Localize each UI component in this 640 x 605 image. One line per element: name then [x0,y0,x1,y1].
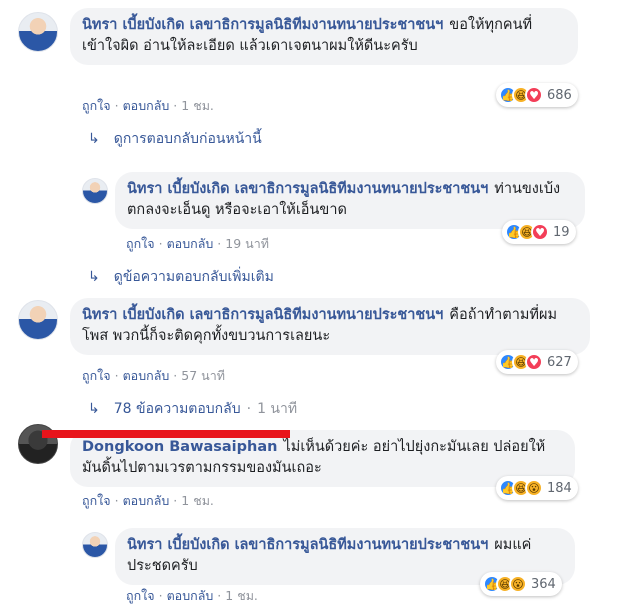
reaction-count: 686 [547,87,572,103]
like-button[interactable]: ถูกใจ [82,493,111,508]
wow-icon: 😮 [525,479,543,497]
like-button[interactable]: ถูกใจ [82,368,111,383]
like-button[interactable]: ถูกใจ [82,98,111,113]
wow-icon: 😮 [509,575,527,593]
like-button[interactable]: ถูกใจ [126,588,155,603]
reply-button[interactable]: ตอบกลับ [123,98,170,113]
separator: · [158,236,163,251]
comment-bubble: นิทรา เบี้ยบังเกิด เลขาธิการมูลนิธิทีมงา… [70,8,578,65]
commenter-name[interactable]: นิทรา เบี้ยบังเกิด เลขาธิการมูลนิธิทีมงา… [127,537,488,553]
avatar[interactable] [18,300,58,340]
replies-count-link[interactable]: ↳ 78 ข้อความตอบกลับ · 1 นาที [88,398,297,420]
reactions-summary[interactable]: 👍 😆 😮 364 [480,572,562,596]
love-icon: ♥ [525,353,543,371]
reaction-count: 627 [547,354,572,370]
reactions-summary[interactable]: 👍 😆 ♥ 19 [502,220,576,244]
reaction-count: 364 [531,576,556,592]
separator: · [114,493,119,508]
commenter-name[interactable]: Dongkoon Bawasaiphan [82,439,277,455]
avatar[interactable] [82,178,108,204]
reply-arrow-icon: ↳ [88,269,100,285]
separator: · [114,98,119,113]
comment-actions: ถูกใจ · ตอบกลับ · 1 ชม. [82,491,214,511]
reply-button[interactable]: ตอบกลับ [123,493,170,508]
comment-actions: ถูกใจ · ตอบกลับ · 57 นาที [82,366,225,386]
separator: · [217,236,222,251]
separator: · [173,98,178,113]
separator: · [158,588,163,603]
love-icon: ♥ [531,223,549,241]
commenter-name[interactable]: นิทรา เบี้ยบังเกิด เลขาธิการมูลนิธิทีมงา… [82,307,443,323]
separator: · [173,368,178,383]
view-previous-label: ดูการตอบกลับก่อนหน้านี้ [113,131,262,147]
reaction-count: 19 [553,224,570,240]
reply-arrow-icon: ↳ [88,131,100,147]
comment-actions: ถูกใจ · ตอบกลับ · 1 ชม. [82,96,214,116]
timestamp: 1 นาที [257,401,298,417]
avatar[interactable] [18,12,58,52]
view-more-label: ดูข้อความตอบกลับเพิ่มเติม [113,269,274,285]
separator: · [114,368,119,383]
view-previous-replies-link[interactable]: ↳ ดูการตอบกลับก่อนหน้านี้ [88,128,262,150]
reply-arrow-icon: ↳ [88,401,100,417]
timestamp[interactable]: 57 นาที [181,368,225,383]
timestamp[interactable]: 1 ชม. [225,588,258,603]
love-icon: ♥ [525,86,543,104]
reactions-summary[interactable]: 👍 😆 ♥ 627 [496,350,578,374]
separator: · [173,493,178,508]
redaction-mark [42,430,290,438]
reactions-summary[interactable]: 👍 😆 😮 184 [496,476,578,500]
reaction-count: 184 [547,480,572,496]
comment-actions: ถูกใจ · ตอบกลับ · 1 ชม. [126,586,258,605]
reply-button[interactable]: ตอบกลับ [123,368,170,383]
separator: · [217,588,222,603]
comment-actions: ถูกใจ · ตอบกลับ · 19 นาที [126,234,269,254]
avatar[interactable] [82,532,108,558]
view-more-replies-link[interactable]: ↳ ดูข้อความตอบกลับเพิ่มเติม [88,266,274,288]
reply-button[interactable]: ตอบกลับ [167,236,214,251]
commenter-name[interactable]: นิทรา เบี้ยบังเกิด เลขาธิการมูลนิธิทีมงา… [82,17,443,33]
timestamp[interactable]: 1 ชม. [181,98,214,113]
reactions-summary[interactable]: 👍 😆 ♥ 686 [496,83,578,107]
separator: · [246,401,252,417]
comment-bubble: นิทรา เบี้ยบังเกิด เลขาธิการมูลนิธิทีมงา… [70,298,590,355]
reply-button[interactable]: ตอบกลับ [167,588,214,603]
like-button[interactable]: ถูกใจ [126,236,155,251]
commenter-name[interactable]: นิทรา เบี้ยบังเกิด เลขาธิการมูลนิธิทีมงา… [127,181,488,197]
replies-count-label: 78 ข้อความตอบกลับ [113,401,241,417]
timestamp[interactable]: 1 ชม. [181,493,214,508]
timestamp[interactable]: 19 นาที [225,236,269,251]
